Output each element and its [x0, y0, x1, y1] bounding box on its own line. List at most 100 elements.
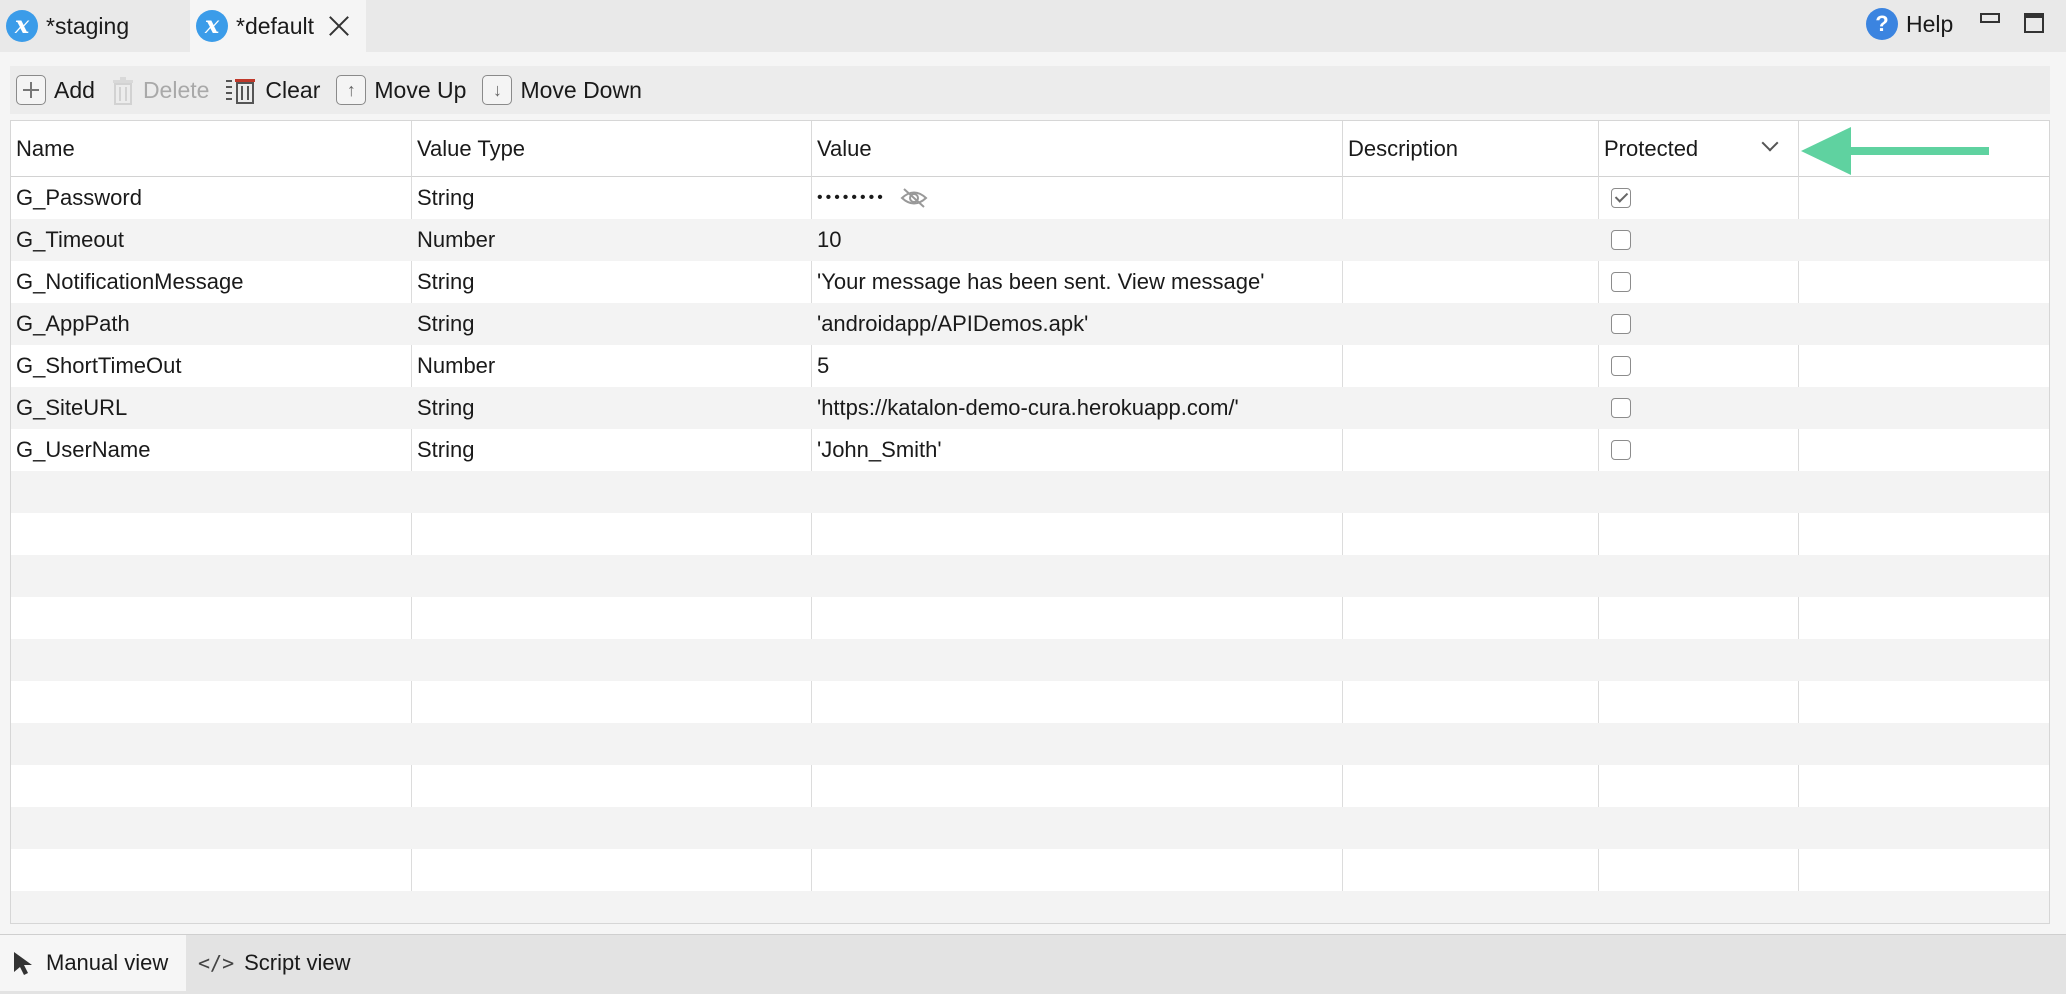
cell-value-type[interactable]: Number — [412, 219, 495, 261]
cell-value-type[interactable]: String — [412, 429, 474, 471]
cell-value-type[interactable]: String — [412, 303, 474, 345]
cell-name[interactable]: G_Password — [11, 177, 142, 219]
protected-checkbox[interactable] — [1611, 272, 1631, 292]
chevron-down-icon[interactable] — [1761, 134, 1779, 152]
cell-name-text: G_NotificationMessage — [16, 269, 244, 294]
cell-value[interactable]: 'https://katalon-demo-cura.herokuapp.com… — [812, 387, 1239, 429]
tab-label: *default — [236, 12, 315, 39]
cell-description[interactable] — [1343, 261, 1348, 303]
protected-checkbox[interactable] — [1611, 398, 1631, 418]
cell-value-type[interactable]: Number — [412, 345, 495, 387]
cell-value[interactable]: 5 — [812, 345, 829, 387]
move-down-button[interactable]: ↓ Move Down — [482, 66, 642, 114]
cell-name[interactable]: G_AppPath — [11, 303, 130, 345]
clear-button[interactable]: Clear — [225, 66, 320, 114]
table-row[interactable]: G_Timeout Number 10 — [11, 219, 2049, 261]
column-header-value[interactable]: Value — [812, 121, 1343, 177]
close-icon[interactable] — [328, 15, 350, 37]
table-row[interactable]: G_NotificationMessage String 'Your message… — [11, 261, 2049, 303]
column-header-name[interactable]: Name — [11, 121, 412, 177]
clear-list-icon — [226, 79, 256, 104]
cell-value[interactable]: 'Your message has been sent. View messag… — [812, 261, 1264, 303]
cell-value[interactable]: •••••••• — [812, 177, 928, 219]
cell-description[interactable] — [1343, 303, 1348, 345]
table-row — [11, 471, 2049, 513]
add-button[interactable]: Add — [10, 66, 95, 114]
move-up-label: Move Up — [374, 76, 467, 103]
cell-name-text: G_Password — [16, 185, 142, 210]
eye-hidden-icon[interactable] — [900, 187, 928, 209]
view-switcher: Manual view </> Script view — [0, 934, 2066, 994]
cell-protected — [1599, 177, 1631, 219]
tab-manual-view[interactable]: Manual view — [0, 935, 186, 991]
cell-value-type-text: Number — [417, 227, 496, 252]
cell-protected — [1599, 345, 1631, 387]
cell-description[interactable] — [1343, 177, 1348, 219]
cell-value-type[interactable]: String — [412, 177, 474, 219]
table-row[interactable]: G_Password String •••••••• — [11, 177, 2049, 219]
help-label: Help — [1906, 10, 1954, 37]
arrow-down-icon: ↓ — [482, 75, 513, 105]
cell-value-text: 'https://katalon-demo-cura.herokuapp.com… — [817, 395, 1239, 420]
table-row[interactable]: G_UserName String 'John_Smith' — [11, 429, 2049, 471]
cell-name-text: G_UserName — [16, 437, 151, 462]
cell-value-type-text: String — [417, 437, 475, 462]
protected-checkbox[interactable] — [1611, 314, 1631, 334]
cell-name-text: G_AppPath — [16, 311, 130, 336]
table-row — [11, 723, 2049, 765]
cell-value-type-text: String — [417, 269, 475, 294]
cell-value-text: 'Your message has been sent. View messag… — [817, 269, 1265, 294]
cell-name[interactable]: G_Timeout — [11, 219, 124, 261]
cell-value-text: 'John_Smith' — [817, 437, 942, 462]
maximize-icon[interactable] — [2024, 13, 2044, 33]
cell-value-text: •••••••• — [817, 189, 886, 206]
move-down-label: Move Down — [520, 76, 642, 103]
column-header-description[interactable]: Description — [1343, 121, 1599, 177]
protected-checkbox[interactable] — [1611, 356, 1631, 376]
cell-value-text: 'androidapp/APIDemos.apk' — [817, 311, 1089, 336]
cell-value[interactable]: 'John_Smith' — [812, 429, 942, 471]
cell-value-text: 10 — [817, 227, 842, 252]
variable-x-icon: x — [6, 10, 38, 42]
arrow-up-icon: ↑ — [336, 75, 367, 105]
cell-name[interactable]: G_NotificationMessage — [11, 261, 243, 303]
protected-checkbox[interactable] — [1611, 230, 1631, 250]
cell-description[interactable] — [1343, 387, 1348, 429]
header-label: Value — [817, 136, 872, 161]
cell-value[interactable]: 'androidapp/APIDemos.apk' — [812, 303, 1088, 345]
minimize-icon[interactable] — [1980, 13, 2000, 23]
table-row — [11, 765, 2049, 807]
delete-button[interactable]: Delete — [111, 66, 209, 114]
header-label: Protected — [1604, 136, 1699, 161]
column-header-protected[interactable]: Protected — [1599, 121, 1799, 177]
cell-value[interactable]: 10 — [812, 219, 841, 261]
header-label: Value Type — [417, 136, 526, 161]
cell-value-type[interactable]: String — [412, 261, 474, 303]
protected-checkbox[interactable] — [1611, 188, 1631, 208]
table-row — [11, 891, 2049, 923]
help-button[interactable]: ? Help — [1866, 8, 1953, 40]
cell-name[interactable]: G_SiteURL — [11, 387, 127, 429]
move-up-button[interactable]: ↑ Move Up — [336, 66, 466, 114]
cell-description[interactable] — [1343, 219, 1348, 261]
cell-description[interactable] — [1343, 345, 1348, 387]
cell-value-type-text: String — [417, 311, 475, 336]
tab-script-view[interactable]: </> Script view — [192, 935, 372, 991]
tab-default[interactable]: x *default — [190, 0, 366, 52]
cell-name[interactable]: G_ShortTimeOut — [11, 345, 181, 387]
cell-name[interactable]: G_UserName — [11, 429, 150, 471]
protected-checkbox[interactable] — [1611, 440, 1631, 460]
column-header-value-type[interactable]: Value Type — [412, 121, 812, 177]
callout-arrow — [1801, 127, 1989, 175]
cell-value-type-text: String — [417, 185, 475, 210]
add-label: Add — [54, 76, 95, 103]
cell-description[interactable] — [1343, 429, 1348, 471]
tab-staging[interactable]: x *staging — [0, 0, 188, 52]
cell-protected — [1599, 261, 1631, 303]
cursor-icon — [14, 952, 32, 975]
table-row — [11, 597, 2049, 639]
table-row[interactable]: G_AppPath String 'androidapp/APIDemos.apk' — [11, 303, 2049, 345]
table-row[interactable]: G_SiteURL String 'https://katalon-demo-cur… — [11, 387, 2049, 429]
cell-value-type[interactable]: String — [412, 387, 474, 429]
table-row[interactable]: G_ShortTimeOut Number 5 — [11, 345, 2049, 387]
